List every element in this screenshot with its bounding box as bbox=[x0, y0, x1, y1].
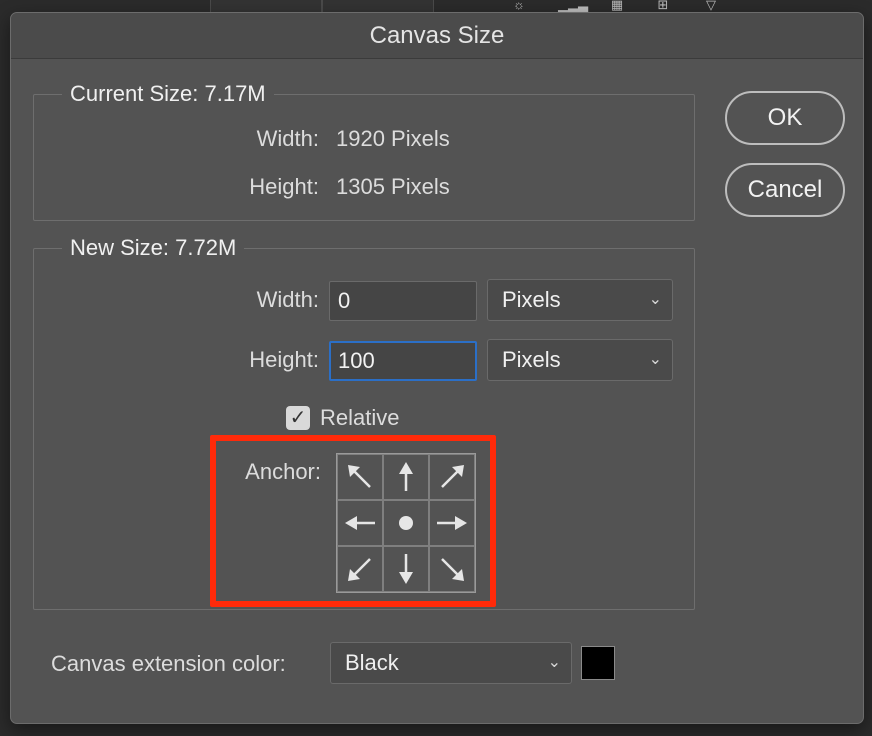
new-height-label: Height: bbox=[249, 347, 319, 372]
anchor-top-right[interactable] bbox=[429, 454, 475, 500]
extension-color-value: Black bbox=[345, 650, 399, 675]
current-height-label: Height: bbox=[249, 174, 319, 199]
anchor-bottom[interactable] bbox=[383, 546, 429, 592]
current-width-label: Width: bbox=[256, 126, 319, 151]
anchor-label: Anchor: bbox=[245, 459, 321, 484]
anchor-bottom-left[interactable] bbox=[337, 546, 383, 592]
height-unit-value: Pixels bbox=[502, 347, 561, 372]
current-size-legend: Current Size: 7.17M bbox=[70, 81, 266, 106]
cancel-button[interactable]: Cancel bbox=[725, 163, 845, 217]
arrow-left-icon bbox=[345, 516, 375, 530]
add-layer-icon: ⊞ bbox=[657, 0, 669, 12]
chevron-down-icon: ⌄ bbox=[648, 291, 662, 308]
new-width-label: Width: bbox=[256, 287, 319, 312]
height-input[interactable]: 100 bbox=[329, 341, 477, 381]
arrow-down-right-icon bbox=[441, 558, 464, 581]
anchor-top-left[interactable] bbox=[337, 454, 383, 500]
anchor-right[interactable] bbox=[429, 500, 475, 546]
current-width-value: 1920 Pixels bbox=[336, 126, 450, 151]
height-unit-select[interactable]: Pixels ⌄ bbox=[487, 339, 673, 381]
grid-icon: ▦ bbox=[610, 0, 624, 12]
dialog-title: Canvas Size bbox=[11, 13, 863, 59]
new-size-legend: New Size: 7.72M bbox=[70, 235, 237, 260]
extension-color-label: Canvas extension color: bbox=[51, 651, 286, 676]
width-unit-value: Pixels bbox=[502, 287, 561, 312]
center-dot-icon bbox=[399, 516, 413, 530]
anchor-left[interactable] bbox=[337, 500, 383, 546]
extension-color-select[interactable]: Black ⌄ bbox=[330, 642, 572, 684]
ok-button[interactable]: OK bbox=[725, 91, 845, 145]
canvas-size-dialog: Canvas Size Current Size: 7.17M Width: 1… bbox=[10, 12, 864, 724]
width-input[interactable]: 0 bbox=[329, 281, 477, 321]
current-height-value: 1305 Pixels bbox=[336, 174, 450, 199]
arrow-up-icon bbox=[399, 462, 413, 491]
anchor-top[interactable] bbox=[383, 454, 429, 500]
chevron-down-icon: ⌄ bbox=[547, 654, 561, 671]
arrow-up-right-icon bbox=[441, 465, 464, 488]
color-swatch[interactable] bbox=[581, 646, 615, 680]
arrow-right-icon bbox=[437, 516, 467, 530]
arrow-down-icon bbox=[399, 554, 413, 584]
anchor-bottom-right[interactable] bbox=[429, 546, 475, 592]
relative-label: Relative bbox=[320, 405, 400, 430]
arrow-up-left-icon bbox=[348, 465, 371, 488]
chevron-down-icon: ⌄ bbox=[648, 351, 662, 368]
anchor-grid bbox=[336, 453, 476, 593]
adjust-icon: ☼ bbox=[513, 0, 525, 12]
funnel-icon: ▽ bbox=[706, 0, 716, 12]
arrow-down-left-icon bbox=[348, 558, 371, 581]
histogram-icon: ▁▂▃ bbox=[558, 0, 588, 12]
anchor-center[interactable] bbox=[383, 500, 429, 546]
width-unit-select[interactable]: Pixels ⌄ bbox=[487, 279, 673, 321]
relative-checkbox[interactable]: ✓ bbox=[286, 406, 310, 430]
